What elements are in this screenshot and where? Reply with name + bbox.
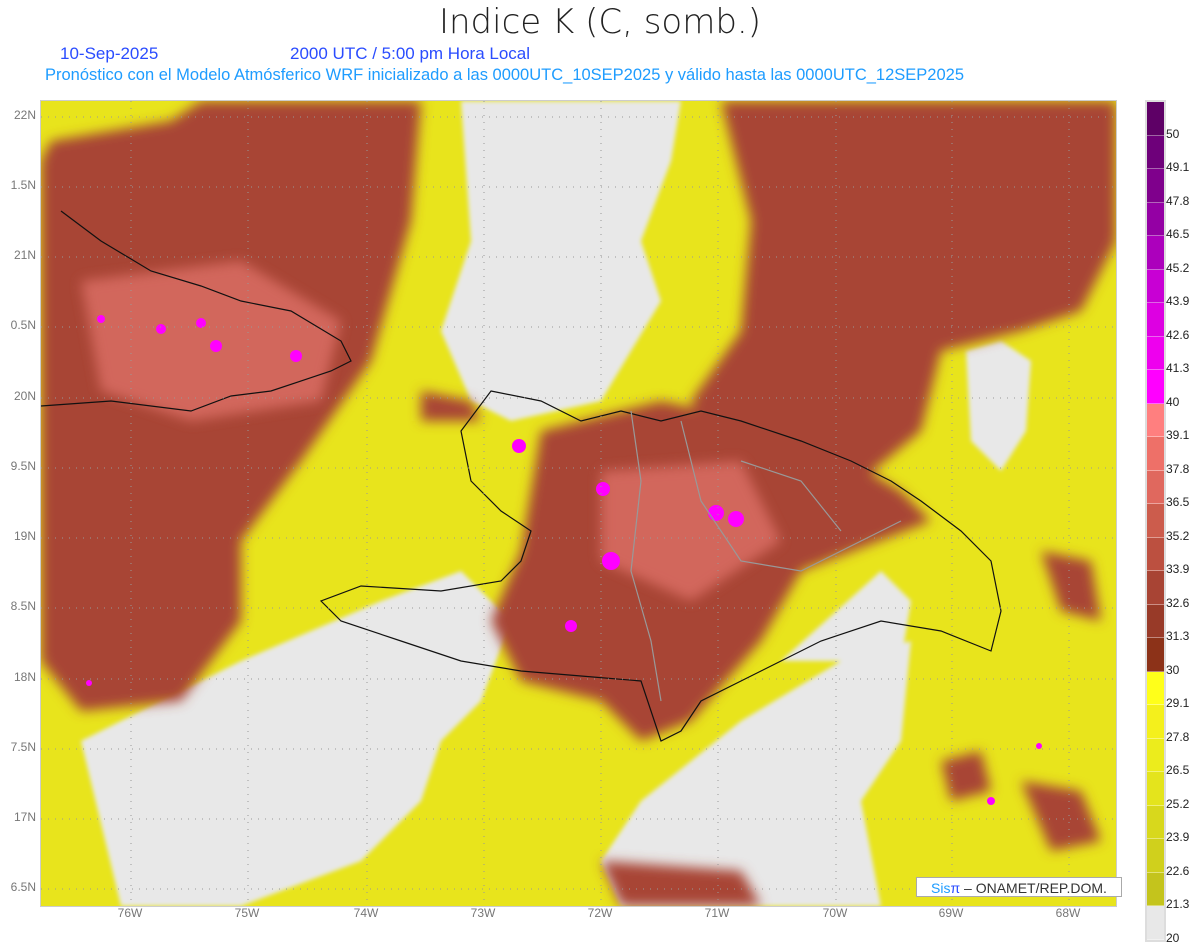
colorbar-swatch <box>1147 671 1164 705</box>
longitude-label: 73W <box>470 906 496 920</box>
colorbar-swatch <box>1147 638 1164 672</box>
colorbar-label: 49.1 <box>1166 160 1190 174</box>
colorbar-swatch <box>1147 571 1164 605</box>
colorbar-label: 20 <box>1166 930 1180 945</box>
latitude-label: 19N <box>13 529 36 543</box>
latitude-label: 8.5N <box>10 599 36 613</box>
latitude-label: 1.5N <box>10 178 36 192</box>
latitude-label: 21N <box>13 248 36 262</box>
map-field <box>41 101 1116 906</box>
colorbar-label: 33.9 <box>1166 562 1190 576</box>
colorbar-label: 37.8 <box>1166 461 1190 476</box>
k-index-map <box>40 100 1117 907</box>
colorbar-label: 29.1 <box>1166 696 1190 710</box>
colorbar-label: 31.3 <box>1166 629 1190 643</box>
colorbar-label: 27.8 <box>1166 729 1190 744</box>
colorbar-label: 47.8 <box>1166 193 1190 208</box>
map-title: Indice K (C, somb.) <box>438 2 762 42</box>
colorbar-label: 25.2 <box>1166 796 1190 811</box>
credit-text: – ONAMET/REP.DOM. <box>964 880 1107 896</box>
colorbar-swatch <box>1147 872 1164 906</box>
brand-pi: π <box>950 880 961 896</box>
colorbar-label: 21.3 <box>1166 897 1190 911</box>
forecast-time: 2000 UTC / 5:00 pm Hora Local <box>290 44 531 63</box>
colorbar-label: 35.2 <box>1166 528 1190 543</box>
colorbar-swatch <box>1147 202 1164 236</box>
colorbar-swatch <box>1147 236 1164 270</box>
colorbar-label: 42.6 <box>1166 327 1190 342</box>
latitude-label: 22N <box>13 108 36 122</box>
colorbar-swatch <box>1147 772 1164 806</box>
longitude-label: 71W <box>704 906 730 920</box>
latitude-label: 17N <box>13 810 36 824</box>
forecast-date: 10-Sep-2025 <box>60 44 159 63</box>
colorbar-label: 46.5 <box>1166 227 1190 241</box>
colorbar-swatch <box>1147 336 1164 370</box>
colorbar-swatch <box>1147 169 1164 203</box>
colorbar-label: 41.3 <box>1166 361 1190 375</box>
colorbar-swatch <box>1147 839 1164 873</box>
colorbar <box>1145 100 1166 942</box>
latitude-label: 0.5N <box>10 318 36 332</box>
colorbar-label: 43.9 <box>1166 294 1190 308</box>
colorbar-swatch <box>1147 102 1164 136</box>
longitude-label: 76W <box>117 906 143 920</box>
colorbar-label: 50 <box>1166 126 1180 141</box>
colorbar-label: 23.9 <box>1166 830 1190 844</box>
colorbar-swatch <box>1147 906 1164 940</box>
longitude-label: 69W <box>938 906 964 920</box>
colorbar-swatch <box>1147 504 1164 538</box>
colorbar-swatch <box>1147 135 1164 169</box>
colorbar-swatch <box>1147 470 1164 504</box>
colorbar-label: 26.5 <box>1166 763 1190 777</box>
longitude-label: 68W <box>1055 906 1081 920</box>
colorbar-label: 45.2 <box>1166 260 1190 275</box>
colorbar-label: 39.1 <box>1166 428 1190 442</box>
colorbar-label: 40 <box>1166 394 1180 409</box>
latitude-label: 7.5N <box>10 740 36 754</box>
colorbar-label: 36.5 <box>1166 495 1190 509</box>
forecast-subtitle: Pronóstico con el Modelo Atmósferico WRF… <box>45 66 964 84</box>
latitude-label: 18N <box>13 670 36 684</box>
longitude-label: 70W <box>822 906 848 920</box>
colorbar-label: 30 <box>1166 662 1180 677</box>
latitude-label: 9.5N <box>10 459 36 473</box>
colorbar-swatch <box>1147 437 1164 471</box>
colorbar-label: 32.6 <box>1166 595 1190 610</box>
colorbar-label: 22.6 <box>1166 863 1190 878</box>
colorbar-swatch <box>1147 269 1164 303</box>
colorbar-swatch <box>1147 537 1164 571</box>
colorbar-swatch <box>1147 805 1164 839</box>
latitude-label: 6.5N <box>10 880 36 894</box>
colorbar-swatch <box>1147 370 1164 404</box>
credit-box: Sisπ – ONAMET/REP.DOM. <box>916 877 1122 897</box>
colorbar-swatch <box>1147 705 1164 739</box>
colorbar-swatch <box>1147 403 1164 437</box>
colorbar-swatch <box>1147 604 1164 638</box>
brand-sis: Sis <box>931 880 951 896</box>
longitude-label: 75W <box>234 906 260 920</box>
colorbar-swatch <box>1147 303 1164 337</box>
longitude-label: 74W <box>353 906 379 920</box>
colorbar-swatch <box>1147 738 1164 772</box>
latitude-label: 20N <box>13 389 36 403</box>
longitude-label: 72W <box>587 906 613 920</box>
